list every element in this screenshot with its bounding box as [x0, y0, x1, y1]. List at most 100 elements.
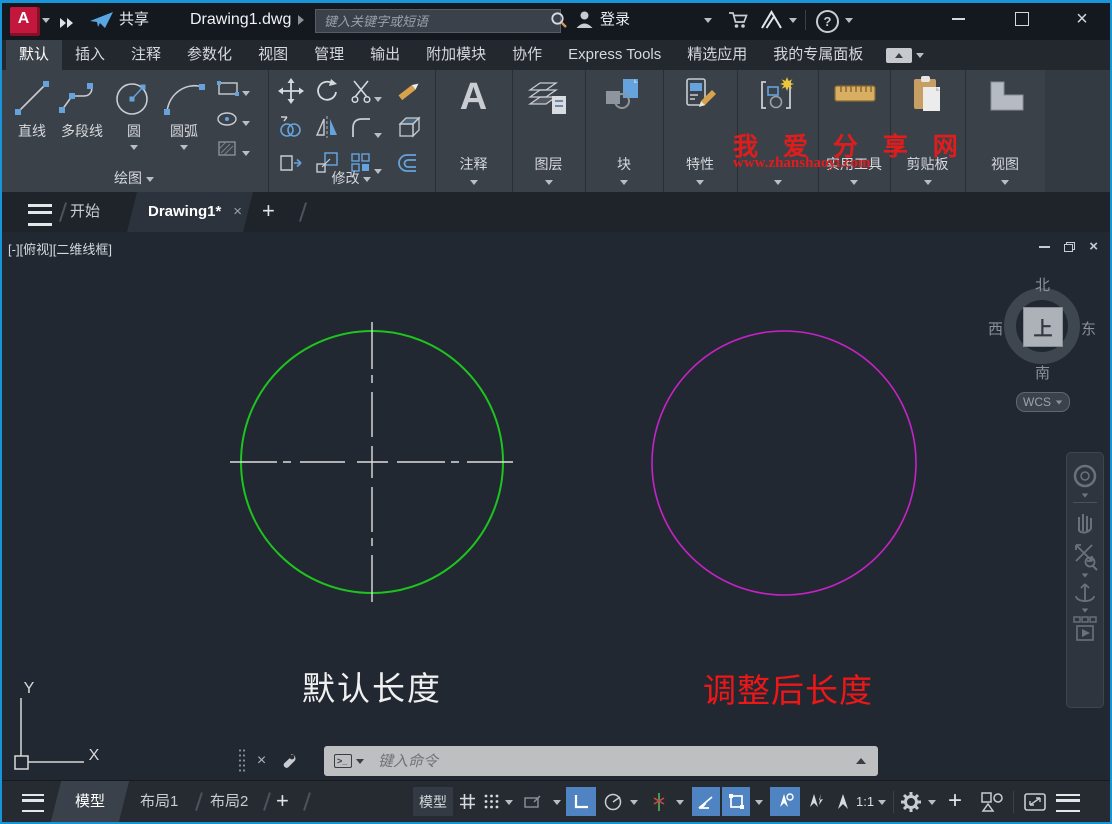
block-icon[interactable] — [603, 76, 645, 118]
layout-tab-model[interactable]: 模型 — [50, 781, 130, 822]
app-menu-chevron-down-icon[interactable] — [42, 18, 50, 23]
dynamic-input-button[interactable] — [520, 787, 546, 816]
zoom-extents-icon[interactable] — [1072, 541, 1098, 571]
otrack-chevron-down-icon[interactable] — [676, 800, 684, 805]
viewcube-top-face[interactable]: 上 — [1023, 307, 1063, 347]
arc-tool-button[interactable]: 圆弧 — [160, 78, 208, 150]
search-input[interactable] — [315, 9, 561, 33]
file-tabs-menu-icon[interactable] — [28, 204, 52, 226]
grid-toggle-button[interactable] — [455, 787, 479, 816]
ribbon-collapse-button[interactable] — [886, 48, 912, 63]
ellipse-tool-button[interactable] — [216, 110, 250, 133]
new-layout-button[interactable]: + — [276, 781, 289, 821]
autodesk-chevron-down-icon[interactable] — [789, 18, 797, 23]
hatch-tool-button[interactable] — [216, 140, 250, 163]
ribbon-tab-express-tools[interactable]: Express Tools — [555, 40, 674, 70]
panel-layers-expand-icon[interactable] — [544, 180, 553, 185]
app-store-cart-icon[interactable] — [728, 10, 749, 30]
annotation-visibility-button[interactable] — [770, 787, 800, 816]
new-drawing-tab-button[interactable]: + — [262, 198, 275, 224]
customize-wrench-icon[interactable] — [278, 751, 298, 771]
panel-clipboard-expand-icon[interactable] — [923, 180, 932, 185]
search-expand-icon[interactable] — [298, 15, 304, 25]
fullscreen-button[interactable] — [1020, 787, 1050, 816]
pan-hand-icon[interactable] — [1072, 507, 1098, 535]
panel-utilities-expand-icon[interactable] — [850, 180, 858, 185]
line-tool-button[interactable]: 直线 — [10, 78, 54, 141]
panel-group-expand-icon[interactable] — [773, 180, 782, 185]
command-chevron-down-icon[interactable] — [355, 758, 364, 764]
orbit-icon[interactable] — [1072, 580, 1098, 606]
scale-chevron-down-icon[interactable] — [878, 800, 886, 805]
circle-tool-button[interactable]: 圆 — [112, 78, 156, 150]
annotation-autoscale-button[interactable] — [803, 787, 829, 816]
orbit-chevron-down-icon[interactable] — [1081, 608, 1089, 613]
command-close-icon[interactable]: × — [257, 752, 266, 770]
dynamic-input-chevron-down-icon[interactable] — [553, 800, 561, 805]
trim-chevron-down-icon[interactable] — [374, 97, 382, 103]
settings-chevron-down-icon[interactable] — [928, 800, 936, 805]
annotate-text-icon[interactable]: A — [435, 76, 512, 119]
rectangle-tool-button[interactable] — [216, 80, 250, 103]
wcs-menu-button[interactable]: WCS — [1016, 392, 1070, 412]
adjusted-circle[interactable] — [651, 330, 917, 596]
label-default-length[interactable]: 默认长度 — [272, 662, 472, 710]
navigation-wheel-icon[interactable] — [1071, 461, 1099, 491]
settings-gear-button[interactable] — [898, 787, 924, 816]
ribbon-tab-home[interactable]: 默认 — [6, 40, 63, 70]
command-drag-handle[interactable] — [238, 748, 245, 774]
properties-icon[interactable] — [681, 76, 721, 118]
application-menu-button[interactable]: A — [10, 7, 40, 36]
polyline-tool-button[interactable]: 多段线 — [56, 78, 108, 141]
maximize-button[interactable] — [998, 0, 1046, 38]
panel-annotate-expand-icon[interactable] — [469, 180, 478, 185]
layout-tab-1[interactable]: 布局1 — [140, 781, 178, 822]
close-button[interactable]: × — [1058, 0, 1106, 38]
panel-modify-label[interactable]: 修改 — [268, 168, 435, 188]
search-icon[interactable] — [550, 11, 568, 29]
layout-menu-icon[interactable] — [22, 794, 44, 812]
file-tab-current[interactable]: Drawing1* × — [127, 192, 253, 232]
command-bar[interactable]: >_ — [323, 746, 878, 776]
panel-draw-label[interactable]: 绘图 — [0, 168, 268, 188]
file-tab-start[interactable]: 开始 — [70, 192, 100, 232]
file-tab-close-icon[interactable]: × — [233, 192, 242, 232]
model-space-toggle-button[interactable]: 模型 — [413, 787, 453, 816]
label-adjusted-length[interactable]: 调整后长度 — [688, 664, 888, 712]
zoom-chevron-down-icon[interactable] — [1081, 573, 1089, 578]
command-prompt-icon[interactable]: >_ — [333, 754, 352, 768]
minimize-button[interactable] — [934, 0, 982, 38]
center-mark[interactable] — [230, 322, 513, 602]
snap-mode-button[interactable] — [480, 787, 502, 816]
polar-tracking-button[interactable] — [600, 787, 626, 816]
ribbon-tab-my-panel[interactable]: 我的专属面板 — [760, 40, 876, 70]
ribbon-tab-annotate[interactable]: 注释 — [118, 40, 174, 70]
snap-chevron-down-icon[interactable] — [505, 800, 513, 805]
share-paper-plane-icon[interactable] — [90, 11, 114, 29]
ribbon-tab-add-ins[interactable]: 附加模块 — [413, 40, 499, 70]
fillet-tool-button[interactable] — [350, 114, 382, 145]
customization-menu-icon[interactable] — [1056, 794, 1080, 812]
ellipse-chevron-down-icon[interactable] — [242, 121, 250, 127]
annotation-scale-button[interactable] — [831, 787, 855, 816]
ribbon-collapse-chevron-down-icon[interactable] — [916, 53, 924, 58]
account-chevron-down-icon[interactable] — [704, 18, 712, 23]
share-button[interactable]: 共享 — [119, 0, 149, 40]
navigation-wheel-chevron-down-icon[interactable] — [1081, 493, 1089, 498]
ribbon-tab-parametric[interactable]: 参数化 — [174, 40, 245, 70]
rectangle-chevron-down-icon[interactable] — [242, 91, 250, 97]
ribbon-tab-featured-apps[interactable]: 精选应用 — [674, 40, 760, 70]
polar-chevron-down-icon[interactable] — [630, 800, 638, 805]
quick-access-expand-icon[interactable] — [60, 15, 73, 33]
ucs-icon[interactable] — [14, 698, 84, 770]
showmotion-icon[interactable] — [1071, 615, 1099, 647]
viewcube-west[interactable]: 西 — [988, 318, 1003, 339]
ribbon-tab-output[interactable]: 输出 — [357, 40, 413, 70]
ribbon-tab-manage[interactable]: 管理 — [301, 40, 357, 70]
ortho-mode-button[interactable] — [566, 787, 596, 816]
help-icon[interactable]: ? — [816, 10, 839, 33]
layers-icon[interactable] — [528, 78, 570, 118]
user-icon[interactable] — [575, 10, 594, 29]
clipboard-icon[interactable] — [910, 75, 948, 119]
drawing-canvas[interactable]: [-][俯视][二维线框] × Y X 默认长度 调整后长度 上 北 西 东 南… — [0, 232, 1112, 780]
